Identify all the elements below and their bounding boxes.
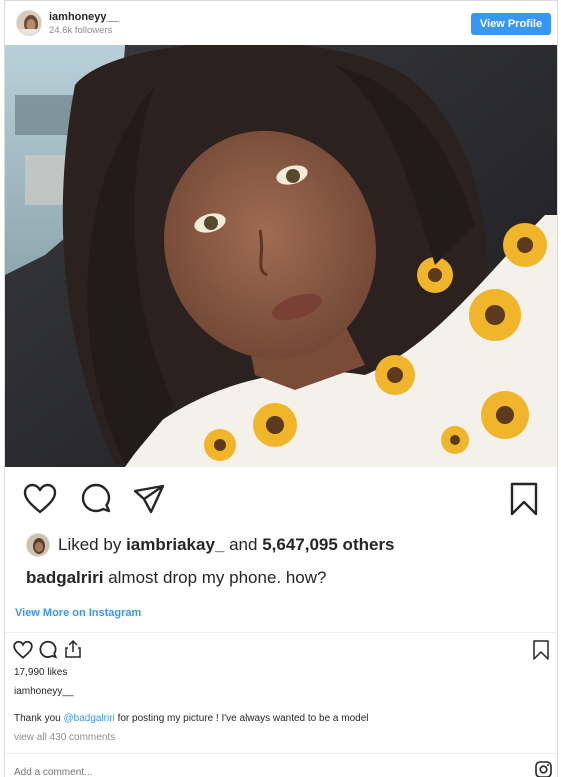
divider <box>5 753 557 754</box>
comment-suffix: for posting my picture ! I've always wan… <box>117 713 369 724</box>
upload-share-icon[interactable] <box>63 639 83 659</box>
post-username[interactable]: iamhoneyy__ <box>49 11 119 23</box>
instagram-logo-icon[interactable] <box>535 761 552 777</box>
comment-prefix: Thank you <box>14 713 61 724</box>
post-photo[interactable] <box>5 45 557 467</box>
liked-by-line: Liked by iambriakay_ and 5,647,095 other… <box>26 533 395 557</box>
add-comment-input[interactable] <box>14 764 414 777</box>
bookmark-icon[interactable] <box>532 640 550 660</box>
view-all-comments-link[interactable]: view all 430 comments <box>14 732 115 743</box>
liker-avatar[interactable] <box>26 533 50 557</box>
comment-bubble-icon[interactable] <box>79 482 113 516</box>
instagram-embed-card: iamhoneyy__ 24.6k followers View Profile <box>4 0 558 777</box>
owner-username[interactable]: iamhoneyy__ <box>14 686 73 697</box>
comment-bubble-icon[interactable] <box>38 640 58 660</box>
heart-icon[interactable] <box>13 640 33 660</box>
caption-username[interactable]: badgalriri <box>26 568 103 587</box>
liked-by-others[interactable]: 5,647,095 others <box>262 535 394 555</box>
view-profile-button[interactable]: View Profile <box>471 13 551 35</box>
liked-by-prefix: Liked by <box>58 535 122 554</box>
view-more-link[interactable]: View More on Instagram <box>15 607 141 619</box>
divider <box>5 632 557 633</box>
avatar[interactable] <box>16 10 42 36</box>
post-caption: badgalriri almost drop my phone. how? <box>26 568 327 588</box>
paper-plane-icon[interactable] <box>132 482 166 516</box>
comment: Thank you @badgalriri for posting my pic… <box>14 713 369 724</box>
liked-by-and: and <box>229 535 258 554</box>
bookmark-icon[interactable] <box>509 482 539 516</box>
post-header: iamhoneyy__ 24.6k followers View Profile <box>5 1 557 45</box>
comment-mention[interactable]: @badgalriri <box>63 713 114 724</box>
caption-text: almost drop my phone. how? <box>108 568 327 587</box>
likes-count[interactable]: 17,990 likes <box>14 667 67 678</box>
heart-icon[interactable] <box>23 482 57 516</box>
follower-count: 24.6k followers <box>49 25 113 36</box>
liked-by-user[interactable]: iambriakay_ <box>126 535 224 555</box>
